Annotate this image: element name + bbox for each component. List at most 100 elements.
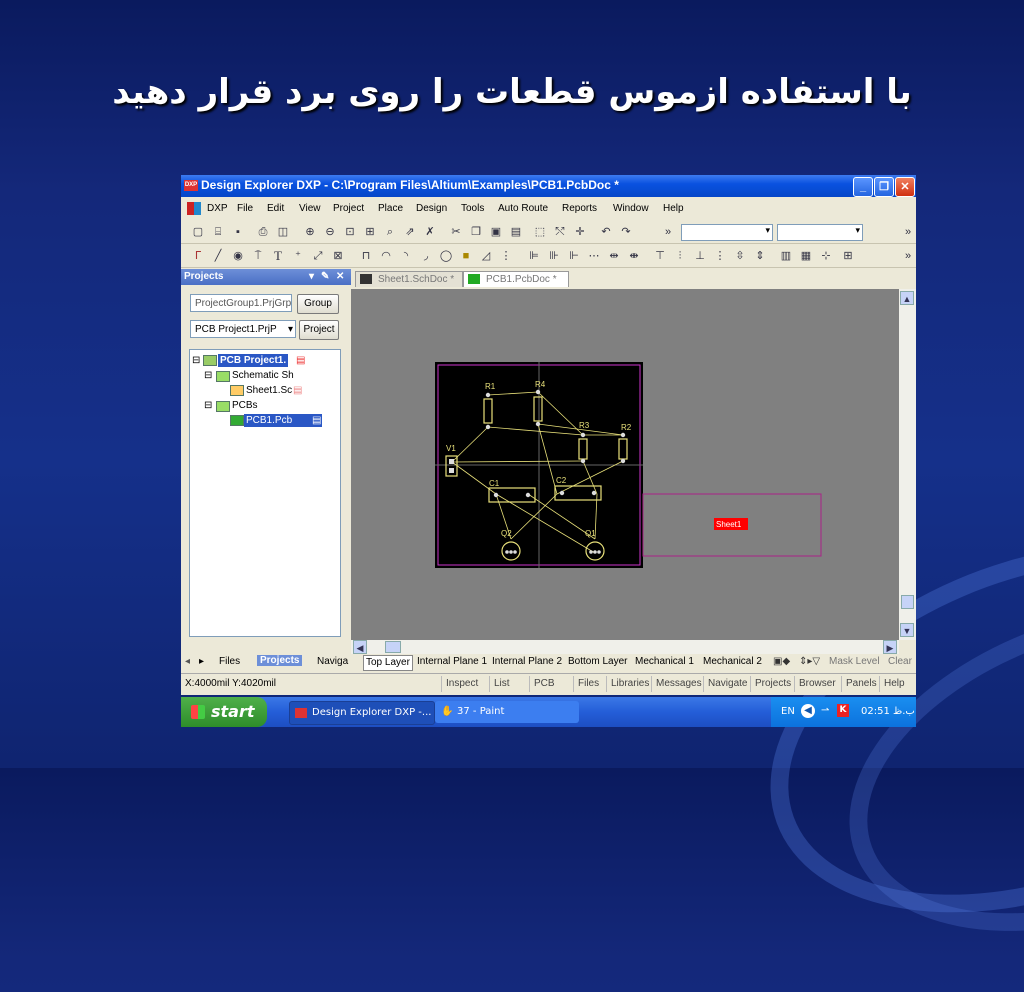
language-indicator[interactable]: EN bbox=[781, 706, 795, 717]
filter-combo-1[interactable] bbox=[681, 224, 773, 241]
title-bar[interactable]: DXP Design Explorer DXP - C:\Program Fil… bbox=[181, 175, 916, 197]
zoom-fit-icon[interactable]: ⊡ bbox=[343, 225, 357, 239]
align-center-icon[interactable]: ⊪ bbox=[547, 249, 561, 263]
toolbar-overflow-icon[interactable]: » bbox=[901, 249, 915, 263]
layer-tab-internal-plane-2[interactable]: Internal Plane 2 bbox=[492, 655, 562, 669]
pad-icon[interactable]: ◉ bbox=[231, 249, 245, 263]
arrange-room-icon[interactable]: ▥ bbox=[779, 249, 793, 263]
menu-view[interactable]: View bbox=[299, 203, 321, 214]
align-left-icon[interactable]: ⊫ bbox=[527, 249, 541, 263]
tree-expand-icon[interactable]: ⊟ bbox=[192, 354, 200, 367]
menu-edit[interactable]: Edit bbox=[267, 203, 284, 214]
interactive-route-icon[interactable]: ᒥ bbox=[191, 249, 205, 263]
menu-window[interactable]: Window bbox=[613, 203, 649, 214]
select-icon[interactable]: ⇗ bbox=[403, 225, 417, 239]
menu-design[interactable]: Design bbox=[416, 203, 447, 214]
layer-color-icon[interactable]: ▣◆ bbox=[773, 655, 790, 669]
scroll-thumb[interactable] bbox=[385, 641, 401, 653]
menu-auto-route[interactable]: Auto Route bbox=[498, 203, 548, 214]
scroll-up-icon[interactable]: ▲ bbox=[900, 291, 914, 305]
via-icon[interactable]: ⍑ bbox=[251, 249, 265, 263]
project-button[interactable]: Project bbox=[299, 320, 339, 340]
open-icon[interactable]: ⌸ bbox=[211, 225, 225, 239]
tab-files[interactable]: Files bbox=[219, 656, 240, 667]
status-inspect-button[interactable]: Inspect bbox=[441, 676, 478, 692]
layer-filter-icon[interactable]: ⇕▸▽ bbox=[799, 655, 820, 669]
move-to-grid-icon[interactable]: ⊞ bbox=[841, 249, 855, 263]
pin-icon[interactable]: ✎ bbox=[321, 271, 329, 282]
arrange-rect-icon[interactable]: ▦ bbox=[799, 249, 813, 263]
distribute-h-icon[interactable]: ⋯ bbox=[587, 249, 601, 263]
align-middle-icon[interactable]: ⫶ bbox=[673, 249, 687, 263]
start-button[interactable]: start bbox=[181, 697, 267, 727]
status-list-button[interactable]: List bbox=[489, 676, 510, 692]
network-icon[interactable]: ◀ bbox=[801, 704, 815, 718]
snap-grid-icon[interactable]: ⊹ bbox=[819, 249, 833, 263]
select-area-icon[interactable]: ⬚ bbox=[533, 225, 547, 239]
toolbar-overflow-icon[interactable]: » bbox=[661, 225, 675, 239]
status-libraries-button[interactable]: Libraries bbox=[606, 676, 649, 692]
menu-file[interactable]: File bbox=[237, 203, 253, 214]
task-design-explorer[interactable]: Design Explorer DXP -... bbox=[289, 701, 435, 725]
cut-icon[interactable]: ✂ bbox=[449, 225, 463, 239]
align-top-icon[interactable]: ⊤ bbox=[653, 249, 667, 263]
zoom-area-icon[interactable]: ⊞ bbox=[363, 225, 377, 239]
vertical-scrollbar[interactable]: ▲ ▼ bbox=[899, 289, 916, 640]
chevron-down-icon[interactable]: ▾ bbox=[288, 321, 293, 339]
status-messages-button[interactable]: Messages bbox=[651, 676, 702, 692]
scroll-right-icon[interactable]: ▶ bbox=[883, 640, 897, 654]
tree-item-pcbs-folder[interactable]: PCBs bbox=[232, 399, 258, 412]
print-icon[interactable]: ⎙ bbox=[256, 225, 270, 239]
antivirus-icon[interactable]: K bbox=[837, 704, 849, 717]
layer-tab-bottom-layer[interactable]: Bottom Layer bbox=[568, 655, 627, 669]
arc-center-icon[interactable]: ◠ bbox=[379, 249, 393, 263]
new-icon[interactable]: ▢ bbox=[191, 225, 205, 239]
status-browser-button[interactable]: Browser bbox=[794, 676, 836, 692]
string-icon[interactable]: T bbox=[271, 249, 285, 263]
close-icon[interactable]: ✕ bbox=[895, 177, 915, 197]
component-icon[interactable]: ⊠ bbox=[331, 249, 345, 263]
tab-navigator[interactable]: Naviga bbox=[317, 656, 348, 667]
status-navigate-button[interactable]: Navigate bbox=[703, 676, 747, 692]
print-preview-icon[interactable]: ◫ bbox=[276, 225, 290, 239]
project-group-field[interactable]: ProjectGroup1.PrjGrp bbox=[190, 294, 292, 312]
tree-expand-icon[interactable]: ⊟ bbox=[204, 399, 212, 412]
tree-item-sheet[interactable]: Sheet1.Sc bbox=[246, 384, 292, 397]
scroll-thumb[interactable] bbox=[901, 595, 914, 609]
tree-item-project[interactable]: PCB Project1. bbox=[218, 354, 289, 367]
menu-reports[interactable]: Reports bbox=[562, 203, 597, 214]
menu-place[interactable]: Place bbox=[378, 203, 403, 214]
scroll-down-icon[interactable]: ▼ bbox=[900, 623, 914, 637]
deselect-icon[interactable]: ✗ bbox=[423, 225, 437, 239]
paste-icon[interactable]: ▣ bbox=[489, 225, 503, 239]
tab-scroll-right-icon[interactable]: ▸ bbox=[199, 656, 204, 667]
status-pcb-button[interactable]: PCB bbox=[529, 676, 555, 692]
align-right-icon[interactable]: ⊩ bbox=[567, 249, 581, 263]
tree-item-schematic-folder[interactable]: Schematic Sh bbox=[232, 369, 294, 382]
tree-item-pcb[interactable]: PCB1.Pcb bbox=[244, 414, 322, 427]
group-button[interactable]: Group bbox=[297, 294, 339, 314]
status-projects-button[interactable]: Projects bbox=[750, 676, 791, 692]
layer-tab-mechanical-2[interactable]: Mechanical 2 bbox=[703, 655, 762, 669]
tab-sheet1-schdoc[interactable]: Sheet1.SchDoc * bbox=[355, 271, 463, 287]
array-icon[interactable]: ⋮ bbox=[499, 249, 513, 263]
polygon-icon[interactable]: ◿ bbox=[479, 249, 493, 263]
tab-projects[interactable]: Projects bbox=[257, 655, 303, 666]
layer-tab-internal-plane-1[interactable]: Internal Plane 1 bbox=[417, 655, 487, 669]
minimize-icon[interactable]: _ bbox=[853, 177, 873, 197]
volume-icon[interactable]: ⇀ bbox=[821, 705, 829, 716]
layer-tab-mechanical-1[interactable]: Mechanical 1 bbox=[635, 655, 694, 669]
pcb-board-drawing[interactable]: R1 R4 R3 R2 V1 C1 C2 Q2 Q1 Sheet1 bbox=[351, 289, 899, 640]
deselect-all-icon[interactable]: ⤲ bbox=[553, 225, 567, 239]
restore-icon[interactable]: ❐ bbox=[874, 177, 894, 197]
redo-icon[interactable]: ↷ bbox=[619, 225, 633, 239]
menu-help[interactable]: Help bbox=[663, 203, 684, 214]
panel-close-icon[interactable]: ✕ bbox=[336, 271, 344, 282]
zoom-out-icon[interactable]: ⊖ bbox=[323, 225, 337, 239]
menu-dxp[interactable]: DXP bbox=[207, 203, 228, 214]
panel-menu-icon[interactable]: ▾ bbox=[309, 271, 314, 282]
tree-expand-icon[interactable]: ⊟ bbox=[204, 369, 212, 382]
status-help-button[interactable]: Help bbox=[879, 676, 905, 692]
room-icon[interactable]: ⊓ bbox=[359, 249, 373, 263]
line-icon[interactable]: ╱ bbox=[211, 249, 225, 263]
